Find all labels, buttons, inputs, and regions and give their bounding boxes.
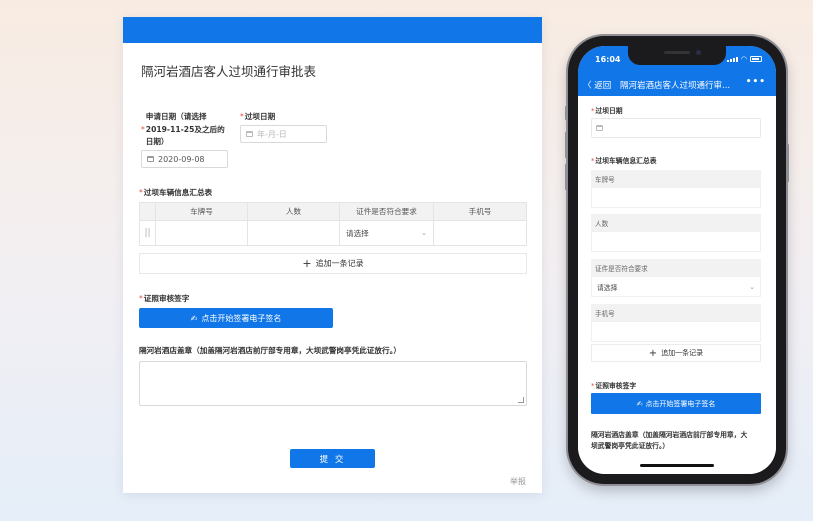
notch	[628, 46, 726, 65]
calendar-icon	[246, 131, 253, 137]
chevron-down-icon: ⌄	[421, 229, 427, 237]
phone-vehicle-label: *过坝车辆信息汇总表	[591, 157, 657, 165]
phone-screen: 16:04 ◠ 〈 返回 隔河岩酒店客人过坝通行审... ••• *过坝日期 *…	[578, 46, 776, 474]
plus-icon: +	[648, 347, 658, 359]
phone-nav-bar: 〈 返回 隔河岩酒店客人过坝通行审... •••	[578, 76, 776, 96]
phone-mobile-input[interactable]	[591, 321, 761, 342]
wifi-icon: ◠	[740, 55, 747, 63]
battery-icon	[750, 56, 762, 62]
stamp-label: 隔河岩酒店盖章（加盖隔河岩酒店前厅部专用章，大坝武警岗亭凭此证放行。）	[139, 346, 401, 355]
apply-date-label: *申请日期（请选择 *2019-11-25及之后的 *日期）	[141, 112, 225, 146]
phone-signature-label: *证照审核签字	[591, 382, 637, 390]
column-people: 人数	[247, 202, 340, 221]
phone-pass-date-label: *过坝日期	[591, 107, 623, 115]
required-mark: *	[591, 382, 595, 390]
phone-mobile-label: 手机号	[591, 304, 761, 321]
required-mark: *	[591, 157, 595, 165]
form-title: 隔河岩酒店客人过坝通行审批表	[141, 64, 317, 79]
phone-people-label: 人数	[591, 214, 761, 231]
pass-date-label: *过坝日期	[240, 112, 276, 121]
desktop-form-card: 隔河岩酒店客人过坝通行审批表 *申请日期（请选择 *2019-11-25及之后的…	[123, 17, 542, 493]
form-header-banner	[123, 17, 542, 43]
pass-date-placeholder: 年-月-日	[257, 129, 287, 139]
chevron-down-icon: ⌄	[749, 282, 755, 291]
resize-grip-icon[interactable]	[518, 397, 524, 403]
column-phone: 手机号	[433, 202, 527, 221]
apply-date-value: 2020-09-08	[158, 154, 205, 164]
phone-plate-label: 车牌号	[591, 170, 761, 187]
back-button[interactable]: 〈 返回	[583, 79, 611, 91]
required-mark: *	[139, 294, 143, 303]
vehicle-table: 车牌号 人数 证件是否符合要求 手机号 || 请选择 ⌄	[139, 202, 527, 246]
submit-button[interactable]: 提 交	[290, 449, 375, 468]
phone-cert-label: 证件是否符合要求	[591, 259, 761, 276]
mute-switch	[565, 106, 567, 120]
phone-stamp-label: 隔河岩酒店盖章（加盖隔河岩酒店前厅部专用章，大 坝武警岗亭凭此证放行。）	[591, 431, 748, 450]
phone-title: 隔河岩酒店客人过坝通行审...	[620, 81, 731, 91]
pass-date-input[interactable]: 年-月-日	[240, 125, 327, 143]
calendar-icon	[596, 125, 603, 131]
power-button	[787, 144, 789, 182]
required-mark: *	[240, 112, 244, 121]
pen-icon: ✍	[190, 313, 198, 323]
phone-frame: 16:04 ◠ 〈 返回 隔河岩酒店客人过坝通行审... ••• *过坝日期 *…	[565, 36, 789, 484]
report-link[interactable]: 举报	[510, 476, 526, 487]
add-record-button[interactable]: + 追加一条记录	[139, 253, 527, 274]
volume-up-button	[565, 132, 567, 158]
phone-cell-input[interactable]	[433, 220, 527, 246]
column-cert: 证件是否符合要求	[339, 202, 434, 221]
column-plate: 车牌号	[155, 202, 248, 221]
phone-sign-button[interactable]: ✍ 点击开始签署电子签名	[591, 393, 761, 414]
vehicle-table-label: *过坝车辆信息汇总表	[139, 188, 213, 197]
status-time: 16:04	[595, 55, 621, 64]
phone-plate-input[interactable]	[591, 187, 761, 208]
signature-label: *证照审核签字	[139, 294, 190, 303]
phone-pass-date-input[interactable]	[591, 118, 761, 138]
sign-button[interactable]: ✍ 点击开始签署电子签名	[139, 308, 333, 328]
signal-icon	[726, 56, 738, 62]
home-indicator	[640, 464, 714, 467]
pen-icon: ✍	[636, 399, 643, 408]
required-mark: *	[141, 124, 145, 134]
volume-down-button	[565, 164, 567, 190]
table-row: || 请选择 ⌄	[139, 220, 527, 246]
cert-select[interactable]: 请选择 ⌄	[339, 220, 434, 246]
apply-date-input[interactable]: 2020-09-08	[141, 150, 228, 168]
required-mark: *	[139, 188, 143, 197]
plate-cell-input[interactable]	[155, 220, 248, 246]
required-mark: *	[591, 107, 595, 115]
drag-handle-icon[interactable]: ||	[139, 220, 156, 246]
phone-cert-select[interactable]: 请选择 ⌄	[591, 276, 761, 297]
table-header-handle	[139, 202, 156, 221]
cert-select-value: 请选择	[346, 228, 369, 238]
people-cell-input[interactable]	[247, 220, 340, 246]
phone-add-record-button[interactable]: + 追加一条记录	[591, 344, 761, 362]
calendar-icon	[147, 156, 154, 162]
phone-form: *过坝日期 *过坝车辆信息汇总表 车牌号 人数 证件是否符合要求 请选择 ⌄ 手…	[578, 96, 776, 474]
plus-icon: +	[302, 257, 312, 270]
stamp-textarea[interactable]	[139, 361, 527, 406]
more-icon[interactable]: •••	[746, 77, 766, 87]
phone-people-input[interactable]	[591, 231, 761, 252]
status-icons: ◠	[726, 55, 762, 63]
